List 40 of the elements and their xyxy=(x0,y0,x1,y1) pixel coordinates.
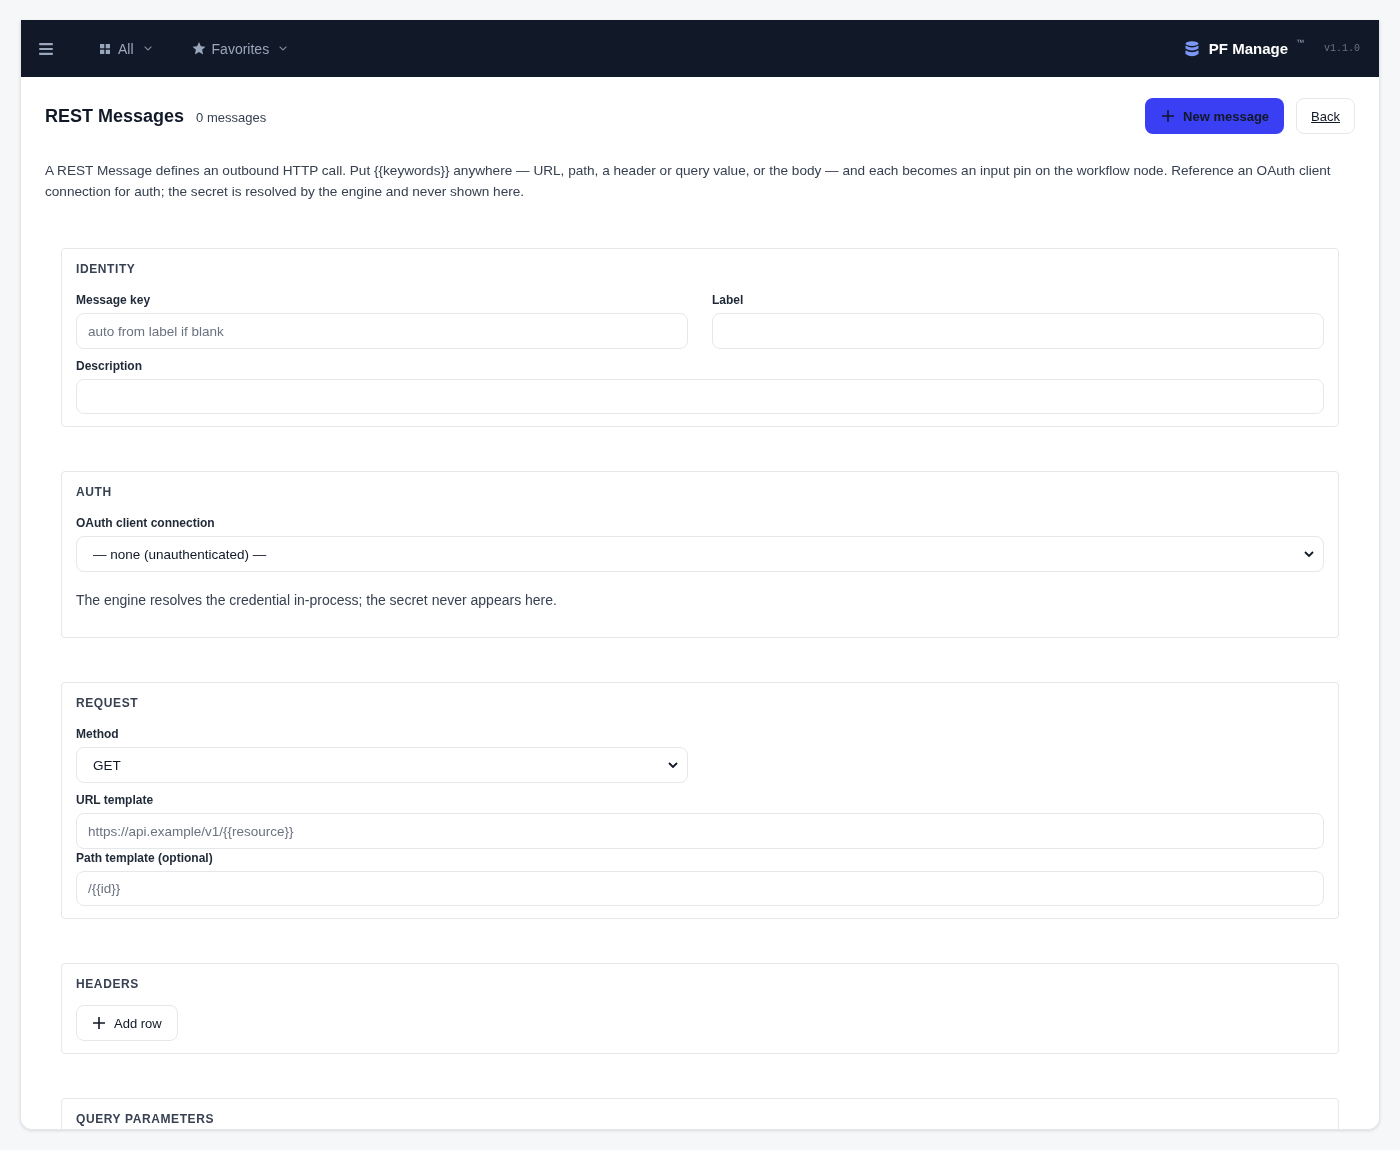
page-title: REST Messages xyxy=(45,105,185,127)
field-label: Label xyxy=(712,292,744,308)
database-icon xyxy=(1184,40,1199,57)
brand-name: PF Manage xyxy=(1208,40,1288,57)
field-label: URL template xyxy=(76,792,154,808)
section-title: HEADERS xyxy=(76,976,139,993)
plus-icon xyxy=(93,1017,105,1029)
field-label: Method xyxy=(76,726,119,742)
input-field[interactable]: https://api.example/v1/{{resource}} xyxy=(76,813,1324,849)
section-title: AUTH xyxy=(76,484,112,501)
menu-icon[interactable] xyxy=(39,42,53,55)
field-label: Description xyxy=(76,358,142,374)
section-title: IDENTITY xyxy=(76,261,136,278)
input-field[interactable]: /{{id}} xyxy=(76,871,1324,906)
field-label: Path template (optional) xyxy=(76,850,213,866)
input-field[interactable]: auto from label if blank xyxy=(76,313,688,349)
field-label: OAuth client connection xyxy=(76,515,215,531)
chevron-down-icon xyxy=(1304,551,1314,557)
input-field[interactable] xyxy=(76,379,1324,414)
apps-dropdown[interactable]: All xyxy=(100,40,152,57)
favorites-dropdown[interactable]: Favorites xyxy=(191,40,288,57)
chevron-down-icon xyxy=(279,46,288,51)
input-field[interactable] xyxy=(712,313,1324,349)
add-row-button[interactable]: Add row xyxy=(76,1005,178,1041)
plus-icon xyxy=(1162,110,1175,122)
star-icon xyxy=(191,42,206,55)
select-field[interactable]: GET xyxy=(76,747,688,783)
chevron-down-icon xyxy=(143,46,152,51)
section-title: REQUEST xyxy=(76,695,139,712)
grid-icon xyxy=(100,43,110,54)
chevron-down-icon xyxy=(668,762,678,768)
select-field[interactable]: — none (unauthenticated) — xyxy=(76,536,1324,572)
back-button[interactable]: Back xyxy=(1296,98,1355,134)
help-text: The engine resolves the credential in-process; the secret never appears here. xyxy=(76,591,557,610)
section-title: QUERY PARAMETERS xyxy=(76,1111,215,1128)
page-description: A REST Message defines an outbound HTTP call. Put {{keywords}} anywhere — URL, path, a header or query value, or the body — and each becomes an input pin on the workflow node. Reference an OAuth client connection for auth; the secret is resolved by the engine and never shown here. xyxy=(45,162,1332,201)
trademark-mark: ™ xyxy=(1296,38,1304,47)
field-label: Message key xyxy=(76,292,151,308)
version-label: v1.1.0 xyxy=(1324,43,1360,54)
message-count: 0 messages xyxy=(196,109,267,125)
